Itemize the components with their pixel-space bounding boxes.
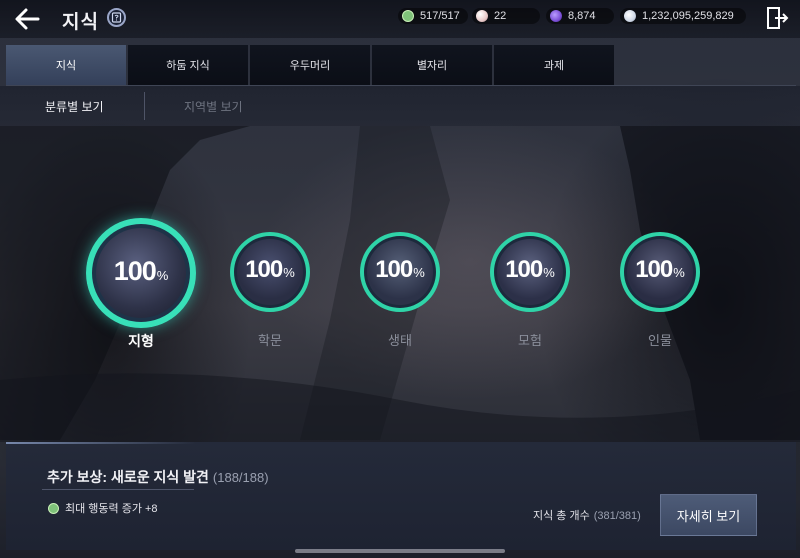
stamina-counter: 517/517 <box>398 8 468 24</box>
stamina-icon <box>402 10 414 22</box>
category-label-academics: 학문 <box>258 333 282 348</box>
home-indicator[interactable] <box>295 549 505 553</box>
category-label-ecology: 생태 <box>388 333 412 348</box>
category-label-terrain: 지형 <box>128 333 154 349</box>
category-academics[interactable]: 100% <box>230 232 310 312</box>
category-people[interactable]: 100% <box>620 232 700 312</box>
stamina-value: 517/517 <box>420 10 460 22</box>
progress-percent: 100% <box>245 256 295 283</box>
reward-divider <box>42 489 194 490</box>
category-ecology[interactable]: 100% <box>360 232 440 312</box>
page-title: 지식 <box>62 12 99 33</box>
exit-door-icon[interactable] <box>765 6 789 30</box>
view-details-button[interactable]: 자세히 보기 <box>660 494 757 536</box>
pearl-icon <box>476 10 488 22</box>
category-adventure[interactable]: 100% <box>490 232 570 312</box>
tab-bosses[interactable]: 우두머리 <box>250 45 370 85</box>
reward-bonus: 최대 행동력 증가 +8 <box>48 500 158 516</box>
category-label-people: 인물 <box>648 333 672 348</box>
silver-coin-icon <box>624 10 636 22</box>
tab-bar: 지식 하둠 지식 우두머리 별자리 과제 <box>6 45 614 85</box>
reward-bonus-text: 최대 행동력 증가 +8 <box>65 503 158 515</box>
tab-tasks[interactable]: 과제 <box>494 45 614 85</box>
progress-percent: 100% <box>375 256 425 283</box>
total-knowledge: 지식 총 개수 (381/381) <box>533 510 641 522</box>
purple-crystal-icon <box>550 10 562 22</box>
category-label-adventure: 모험 <box>518 333 542 348</box>
pearl-value: 22 <box>494 10 507 22</box>
pearl-counter: 22 <box>472 8 540 24</box>
silver-value: 1,232,095,259,829 <box>642 10 734 22</box>
tab-knowledge[interactable]: 지식 <box>6 45 126 85</box>
category-terrain[interactable]: 100% <box>86 218 196 348</box>
crystal-counter: 8,874 <box>546 8 614 24</box>
view-filter-bar <box>0 86 800 126</box>
help-book-icon[interactable] <box>107 8 126 27</box>
silver-counter: 1,232,095,259,829 <box>620 8 746 24</box>
reward-count: (188/188) <box>212 470 269 485</box>
panel-accent-line <box>6 442 196 444</box>
total-count: (381/381) <box>593 510 641 522</box>
view-by-category-button[interactable]: 분류별 보기 <box>45 98 104 115</box>
progress-percent: 100% <box>635 256 685 283</box>
back-arrow-icon[interactable] <box>10 4 44 34</box>
tab-hadum-knowledge[interactable]: 하둠 지식 <box>128 45 248 85</box>
view-by-region-button[interactable]: 지역별 보기 <box>184 98 243 115</box>
crystal-value: 8,874 <box>568 10 596 22</box>
tab-constellation[interactable]: 별자리 <box>372 45 492 85</box>
progress-percent: 100% <box>113 256 169 286</box>
stamina-icon <box>48 502 59 514</box>
filter-divider <box>144 92 145 120</box>
progress-percent: 100% <box>505 256 555 283</box>
reward-title: 추가 보상: 새로운 지식 발견 (188/188) <box>47 469 269 485</box>
